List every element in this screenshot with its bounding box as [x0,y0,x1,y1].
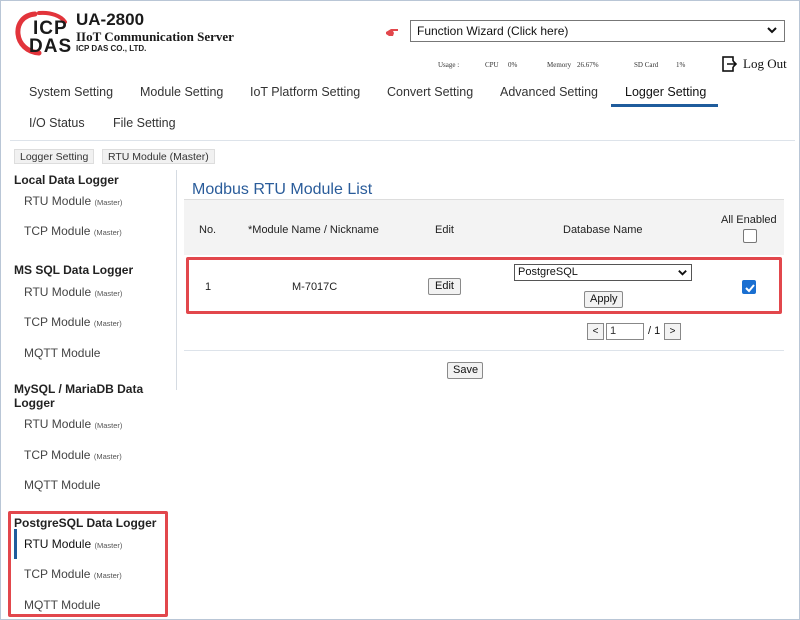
sidebar-divider [176,170,177,390]
sidebar-item-label: TCP Module [24,448,91,462]
sidebar-heading-local: Local Data Logger [14,173,119,187]
pager-next-button[interactable]: > [664,323,681,340]
sidebar-item-label: MQTT Module [24,346,101,360]
tab-system-setting[interactable]: System Setting [29,85,113,99]
column-header-all-enabled: All Enabled [721,214,777,226]
header: ICP DAS UA-2800 IIoT Communication Serve… [0,0,800,78]
sidebar-item-label: RTU Module [24,417,92,431]
sidebar-item-label: RTU Module [24,285,92,299]
sidebar-heading-line: Logger [14,396,55,410]
sidebar-item-label: TCP Module [24,224,91,238]
memory-value: 26.67% [577,61,599,69]
column-header-module-name: *Module Name / Nickname [248,224,379,236]
pager-prev-button[interactable]: < [587,323,604,340]
tab-file-setting[interactable]: File Setting [113,116,176,130]
tabs-divider [10,140,795,141]
postgres-sidebar-highlight [8,511,168,617]
sidebar-item-tag: (Master) [93,452,122,461]
sidebar-item-mysql-rtu[interactable]: RTU Module (Master) [24,417,122,431]
chevron-down-icon [767,27,777,34]
logo-text-das: DAS [29,36,73,57]
pager-page-input[interactable]: 1 [606,323,644,340]
model-name: UA-2800 [76,10,145,29]
memory-label: Memory [547,61,572,69]
sidebar-item-tag: (Master) [94,289,123,298]
save-button[interactable]: Save [447,362,483,379]
column-header-edit: Edit [435,224,454,236]
sidebar-item-tag: (Master) [93,319,122,328]
breadcrumb-logger-setting[interactable]: Logger Setting [14,149,95,164]
sidebar-item-tag: (Master) [93,228,122,237]
module-row-highlight [186,257,782,314]
company-name: ICP DAS CO., LTD. [76,44,147,53]
pointing-hand-icon [386,29,398,36]
tab-iot-platform-setting[interactable]: IoT Platform Setting [250,85,360,99]
sidebar-item-mysql-tcp[interactable]: TCP Module (Master) [24,448,122,462]
column-header-no: No. [199,224,217,236]
active-tab-indicator [611,104,718,107]
sidebar-item-mssql-mqtt[interactable]: MQTT Module [24,346,100,360]
breadcrumb-rtu-module[interactable]: RTU Module (Master) [102,149,215,164]
all-enabled-checkbox[interactable] [743,229,757,243]
sidebar-heading-line: MySQL / MariaDB Data [14,382,144,396]
tab-logger-setting[interactable]: Logger Setting [625,85,706,99]
column-header-database-name: Database Name [563,224,643,236]
sidebar-item-mysql-mqtt[interactable]: MQTT Module [24,478,100,492]
product-name: IIoT Communication Server [76,29,234,44]
function-wizard-label: Function Wizard (Click here) [417,24,569,38]
tab-io-status[interactable]: I/O Status [29,116,85,130]
sidebar-item-label: RTU Module [24,194,92,208]
sidebar-item-tag: (Master) [94,421,123,430]
sidebar-heading-mysql: MySQL / MariaDB Data Logger [14,382,143,410]
sidebar-item-tag: (Master) [94,198,123,207]
pager-total: / 1 [648,325,661,337]
logout-link[interactable]: Log Out [743,56,787,72]
cpu-label: CPU [485,61,499,69]
function-wizard-select[interactable]: Function Wizard (Click here) [410,20,785,42]
sidebar-item-local-rtu[interactable]: RTU Module (Master) [24,194,122,208]
cpu-value: 0% [508,61,518,69]
sd-card-value: 1% [676,61,686,69]
logout-icon[interactable] [722,56,738,72]
sidebar-item-mssql-rtu[interactable]: RTU Module (Master) [24,285,122,299]
sidebar-item-mssql-tcp[interactable]: TCP Module (Master) [24,315,122,329]
usage-label: Usage : [438,61,460,69]
company-logo: ICP DAS [15,10,73,57]
page-title: Modbus RTU Module List [192,181,373,198]
tab-module-setting[interactable]: Module Setting [140,85,223,99]
table-footer-divider [184,350,784,351]
sd-card-label: SD Card [634,61,659,69]
sidebar-item-label: MQTT Module [24,478,101,492]
sidebar-heading-mssql: MS SQL Data Logger [14,263,134,277]
sidebar-item-local-tcp[interactable]: TCP Module (Master) [24,224,122,238]
tab-convert-setting[interactable]: Convert Setting [387,85,473,99]
sidebar-item-label: TCP Module [24,315,91,329]
tab-advanced-setting[interactable]: Advanced Setting [500,85,598,99]
